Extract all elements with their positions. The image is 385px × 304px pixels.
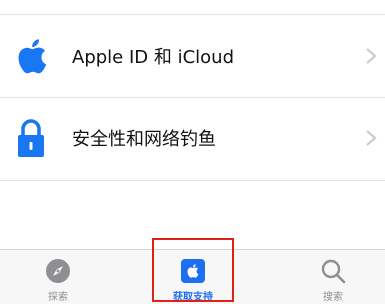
compass-icon bbox=[45, 258, 71, 284]
list-row-apple-id[interactable]: Apple ID 和 iCloud bbox=[0, 15, 385, 97]
search-icon bbox=[320, 258, 346, 284]
tab-explore[interactable]: 探索 bbox=[25, 250, 91, 304]
list-row-security[interactable]: 安全性和网络钓鱼 bbox=[0, 97, 385, 179]
tab-label: 探索 bbox=[48, 292, 68, 303]
row-label: Apple ID 和 iCloud bbox=[72, 47, 234, 68]
chevron-right-icon bbox=[366, 130, 377, 146]
row-label: 安全性和网络钓鱼 bbox=[72, 129, 216, 150]
highlight-annotation-box bbox=[152, 238, 234, 302]
chevron-right-icon bbox=[366, 48, 377, 64]
row-divider bbox=[0, 180, 385, 181]
lock-icon bbox=[11, 116, 51, 160]
tab-label: 搜索 bbox=[323, 292, 343, 303]
tab-search[interactable]: 搜索 bbox=[300, 250, 366, 304]
apple-logo-icon bbox=[11, 34, 51, 78]
